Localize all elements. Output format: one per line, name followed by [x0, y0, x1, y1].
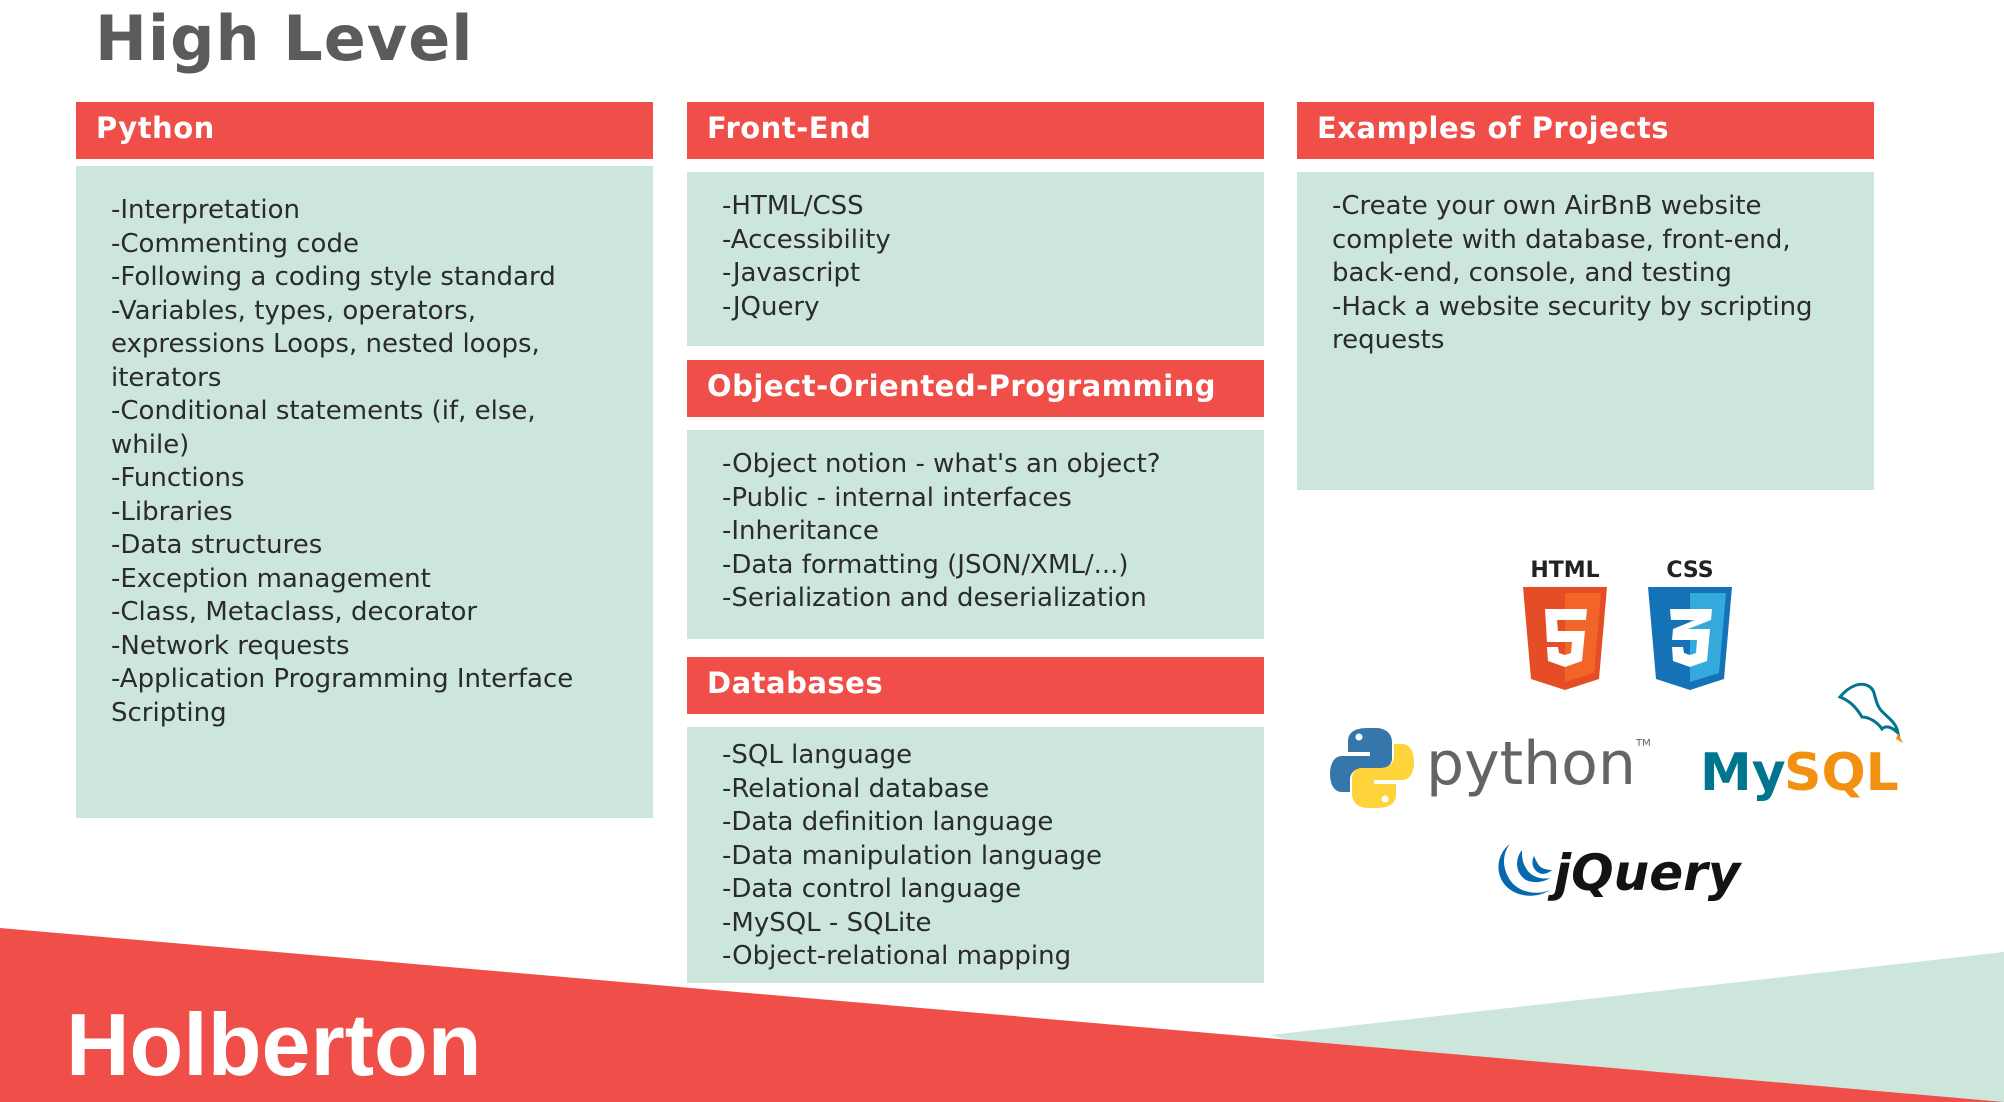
list-item: -Application Programming Interface: [111, 664, 574, 694]
list-item: -Public - internal interfaces: [722, 482, 1072, 513]
frontend-header: Front-End: [687, 102, 1264, 159]
python-header: Python: [76, 102, 653, 159]
list-item: -Conditional statements (if, else,: [111, 396, 536, 426]
list-item: -HTML/CSS: [722, 191, 864, 221]
list-item: -Following a coding style standard: [111, 262, 556, 292]
list-item: back-end, console, and testing: [1332, 258, 1732, 288]
mysql-sql-text: SQL: [1784, 743, 1899, 803]
list-item: expressions Loops, nested loops,: [111, 329, 540, 359]
python-tm-mark: TM: [1635, 738, 1651, 749]
list-item: -Network requests: [111, 630, 350, 661]
list-item: -Interpretation: [111, 195, 300, 225]
jquery-logo-icon: jQuery: [1498, 844, 1743, 902]
css3-logo-icon: CSS: [1648, 558, 1732, 690]
mysql-dolphin-icon: My SQL: [1700, 682, 1903, 803]
oop-topic-list: -Object notion - what's an object? -Publi…: [722, 448, 1264, 616]
list-item: -JQuery: [722, 291, 820, 322]
css3-logo-label: CSS: [1666, 558, 1713, 583]
projects-topic-list: -Create your own AirBnB website complete …: [1332, 190, 1874, 358]
databases-topic-list: -SQL language -Relational database -Data d…: [722, 739, 1264, 974]
list-item: -Object-relational mapping: [722, 941, 1072, 971]
holberton-brand-logo: Holberton: [66, 995, 482, 1094]
python-logo-wordmark: python: [1426, 729, 1636, 799]
list-item: -Data definition language: [722, 807, 1054, 837]
mysql-my-text: My: [1700, 743, 1786, 803]
oop-header: Object-Oriented-Programming: [687, 360, 1264, 417]
list-item: -Create your own AirBnB website: [1332, 191, 1762, 221]
jquery-wordmark: jQuery: [1547, 844, 1743, 902]
python-logo-icon: python TM: [1330, 728, 1651, 808]
list-item: -Data manipulation language: [722, 840, 1102, 871]
python-topic-list: -Interpretation -Commenting code -Followin…: [111, 194, 653, 730]
projects-box: -Create your own AirBnB website complete …: [1297, 172, 1874, 490]
list-item: -Hack a website security by scripting: [1332, 291, 1813, 322]
list-item: -Class, Metaclass, decorator: [111, 597, 478, 627]
list-item: -Accessibility: [722, 224, 891, 255]
list-item: -Relational database: [722, 773, 990, 804]
projects-header: Examples of Projects: [1297, 102, 1874, 159]
list-item: requests: [1332, 325, 1445, 355]
list-item: -Data structures: [111, 530, 323, 560]
list-item: -Functions: [111, 463, 245, 493]
list-item: -Javascript: [722, 258, 861, 288]
list-item: while): [111, 429, 190, 460]
list-item: -Data formatting (JSON/XML/...): [722, 549, 1129, 580]
list-item: -Commenting code: [111, 228, 359, 259]
frontend-box: -HTML/CSS -Accessibility -Javascript -JQuer…: [687, 172, 1264, 346]
html5-logo-label: HTML: [1530, 558, 1599, 583]
databases-header: Databases: [687, 657, 1264, 714]
list-item: -MySQL - SQLite: [722, 907, 932, 938]
html5-logo-icon: HTML: [1523, 558, 1607, 690]
python-box: -Interpretation -Commenting code -Followin…: [76, 166, 653, 818]
list-item: -Inheritance: [722, 516, 879, 546]
list-item: -Variables, types, operators,: [111, 295, 476, 326]
frontend-topic-list: -HTML/CSS -Accessibility -Javascript -JQuer…: [722, 190, 1264, 324]
list-item: -Serialization and deserialization: [722, 583, 1147, 613]
oop-box: -Object notion - what's an object? -Publi…: [687, 430, 1264, 639]
list-item: -SQL language: [722, 740, 913, 770]
list-item: iterators: [111, 362, 222, 393]
databases-box: -SQL language -Relational database -Data d…: [687, 727, 1264, 983]
list-item: -Data control language: [722, 874, 1022, 904]
list-item: -Exception management: [111, 563, 431, 594]
list-item: Scripting: [111, 697, 227, 728]
list-item: complete with database, front-end,: [1332, 224, 1791, 255]
page-title: High Level: [95, 2, 474, 75]
list-item: -Libraries: [111, 496, 233, 527]
list-item: -Object notion - what's an object?: [722, 449, 1161, 479]
